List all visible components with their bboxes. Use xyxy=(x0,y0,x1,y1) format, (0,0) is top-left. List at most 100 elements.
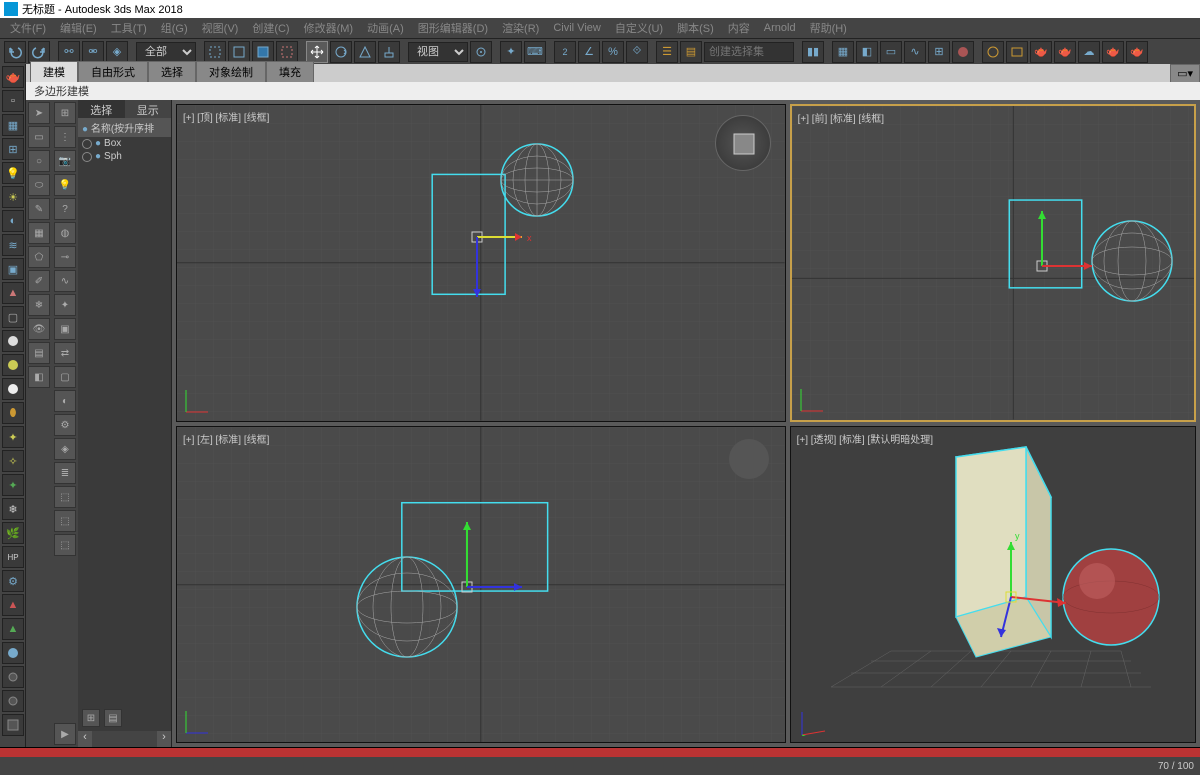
viewport-front-label[interactable]: [+] [前] [标准] [线框] xyxy=(798,110,884,125)
menu-customize[interactable]: 自定义(U) xyxy=(609,18,669,38)
pal-lasso-icon[interactable]: ⬭ xyxy=(28,174,50,196)
mirror-button[interactable]: ▮▮ xyxy=(802,41,824,63)
se-tab-display[interactable]: 显示 xyxy=(125,100,172,118)
viewport-top[interactable]: [+] [顶] [标准] [线框] xyxy=(176,104,786,422)
rail-wave-icon[interactable]: ≋ xyxy=(2,234,24,256)
rail-a-icon[interactable]: ▲ xyxy=(2,594,24,616)
se-grid-icon[interactable]: ⊞ xyxy=(82,709,100,727)
rail-white-sphere-icon[interactable] xyxy=(2,330,24,352)
pal2-hier-icon[interactable]: ⋮ xyxy=(54,126,76,148)
snap-angle-button[interactable]: ∠ xyxy=(578,41,600,63)
scroll-left-icon[interactable]: ‹ xyxy=(78,731,92,747)
pal2-unk-icon[interactable]: ⬚ xyxy=(54,486,76,508)
render-button[interactable]: 🫖 xyxy=(1030,41,1052,63)
use-pivot-button[interactable] xyxy=(470,41,492,63)
pal-freeze-icon[interactable]: ❄ xyxy=(28,294,50,316)
render-cloud-button[interactable]: ☁ xyxy=(1078,41,1100,63)
pal2-help-icon[interactable]: ? xyxy=(54,198,76,220)
pal2-play-icon[interactable]: ▶ xyxy=(54,723,76,745)
schematic-button[interactable]: ⊞ xyxy=(928,41,950,63)
rail-layer-icon[interactable]: ▦ xyxy=(2,114,24,136)
menu-script[interactable]: 脚本(S) xyxy=(671,18,720,38)
rail-white2-sphere-icon[interactable] xyxy=(2,378,24,400)
menu-modifiers[interactable]: 修改器(M) xyxy=(298,18,360,38)
viewport-left-label[interactable]: [+] [左] [标准] [线框] xyxy=(183,431,269,446)
menu-graph-editors[interactable]: 图形编辑器(D) xyxy=(412,18,494,38)
viewport-left[interactable]: [+] [左] [标准] [线框] xyxy=(176,426,786,744)
rail-mod-icon[interactable]: ▲ xyxy=(2,282,24,304)
pal2-grp-icon[interactable]: ▣ xyxy=(54,318,76,340)
render-prod-button[interactable]: 🫖 xyxy=(1054,41,1076,63)
menu-help[interactable]: 帮助(H) xyxy=(804,18,853,38)
render-frame-button[interactable] xyxy=(1006,41,1028,63)
rail-teapot-icon[interactable]: 🫖 xyxy=(2,66,24,88)
menu-tools[interactable]: 工具(T) xyxy=(105,18,153,38)
pal-name-icon[interactable]: ▤ xyxy=(28,342,50,364)
se-layer-icon[interactable]: ▤ xyxy=(104,709,122,727)
align-button[interactable]: ▦ xyxy=(832,41,854,63)
select-rotate-button[interactable] xyxy=(330,41,352,63)
menu-create[interactable]: 创建(C) xyxy=(246,18,295,38)
material-editor-button[interactable] xyxy=(952,41,974,63)
ribbon-tab-selection[interactable]: 选择 xyxy=(148,61,196,82)
select-window-button[interactable] xyxy=(276,41,298,63)
pal-layer-icon[interactable]: ◧ xyxy=(28,366,50,388)
timeline[interactable] xyxy=(0,747,1200,757)
pal2-nav-icon[interactable]: ⬚ xyxy=(54,534,76,556)
pal2-sh-icon[interactable]: ◈ xyxy=(54,438,76,460)
pal-rect-icon[interactable]: ▭ xyxy=(28,126,50,148)
render-online-button[interactable]: 🫖 xyxy=(1102,41,1124,63)
rail-iso-icon[interactable]: ◐ xyxy=(2,210,24,232)
rail-dot5-icon[interactable] xyxy=(2,666,24,688)
pal-paint-icon[interactable]: ✎ xyxy=(28,198,50,220)
se-hscroll[interactable]: ‹ › xyxy=(78,731,171,747)
visibility-icon[interactable] xyxy=(82,152,92,162)
scroll-right-icon[interactable]: › xyxy=(157,731,171,747)
ribbon-tab-populate[interactable]: 填充 xyxy=(266,61,314,82)
pal-win-icon[interactable]: ▦ xyxy=(28,222,50,244)
viewport-perspective[interactable]: [+] [透视] [标准] [默认明暗处理] xyxy=(790,426,1196,744)
menu-rendering[interactable]: 渲染(R) xyxy=(496,18,545,38)
pal2-tag-icon[interactable]: ⬚ xyxy=(54,510,76,532)
rail-hp-icon[interactable]: HP xyxy=(2,546,24,568)
rail-snow-icon[interactable]: ❄ xyxy=(2,498,24,520)
snap-2d-button[interactable]: 2 xyxy=(554,41,576,63)
named-sel-button[interactable]: ▤ xyxy=(680,41,702,63)
menu-edit[interactable]: 编辑(E) xyxy=(54,18,103,38)
named-selection-input[interactable] xyxy=(704,42,794,62)
rail-star-icon[interactable]: ✦ xyxy=(2,426,24,448)
select-place-button[interactable] xyxy=(378,41,400,63)
rail-dot6-icon[interactable] xyxy=(2,690,24,712)
link-button[interactable]: ⚯ xyxy=(58,41,80,63)
keyboard-shortcut-button[interactable]: ⌨ xyxy=(524,41,546,63)
pal2-cont-icon[interactable]: ▢ xyxy=(54,366,76,388)
selection-filter-combo[interactable]: 全部 xyxy=(136,42,196,62)
viewport-persp-label[interactable]: [+] [透视] [标准] [默认明暗处理] xyxy=(797,431,933,446)
menu-file[interactable]: 文件(F) xyxy=(4,18,52,38)
rail-cam-icon[interactable]: ▣ xyxy=(2,258,24,280)
se-item-box[interactable]: ● Box xyxy=(78,137,171,150)
ribbon-tab-object-paint[interactable]: 对象绘制 xyxy=(196,61,266,82)
menu-group[interactable]: 组(G) xyxy=(155,18,194,38)
visibility-icon[interactable] xyxy=(82,139,92,149)
pal2-light-icon[interactable]: 💡 xyxy=(54,174,76,196)
toggle-ribbon-button[interactable]: ▭ xyxy=(880,41,902,63)
ref-coord-combo[interactable]: 视图 xyxy=(408,42,468,62)
rail-dot7-icon[interactable] xyxy=(2,714,24,736)
viewcube[interactable] xyxy=(729,439,769,479)
viewport-top-label[interactable]: [+] [顶] [标准] [线框] xyxy=(183,109,269,124)
undo-button[interactable] xyxy=(4,41,26,63)
menu-view[interactable]: 视图(V) xyxy=(196,18,245,38)
select-manipulate-button[interactable]: ✦ xyxy=(500,41,522,63)
rail-leaf-icon[interactable]: 🌿 xyxy=(2,522,24,544)
se-header[interactable]: ● 名称(按升序排 xyxy=(78,118,171,137)
snap-percent-button[interactable]: % xyxy=(602,41,624,63)
rail-yellow-sphere-icon[interactable] xyxy=(2,354,24,376)
rail-box-icon[interactable]: ▢ xyxy=(2,306,24,328)
select-scale-button[interactable] xyxy=(354,41,376,63)
viewport-front[interactable]: [+] [前] [标准] [线框] xyxy=(790,104,1196,422)
rail-light-icon[interactable]: 💡 xyxy=(2,162,24,184)
pal2-mat-icon[interactable]: ◐ xyxy=(54,390,76,412)
edit-named-sel-button[interactable]: ☰ xyxy=(656,41,678,63)
curve-editor-button[interactable]: ∿ xyxy=(904,41,926,63)
